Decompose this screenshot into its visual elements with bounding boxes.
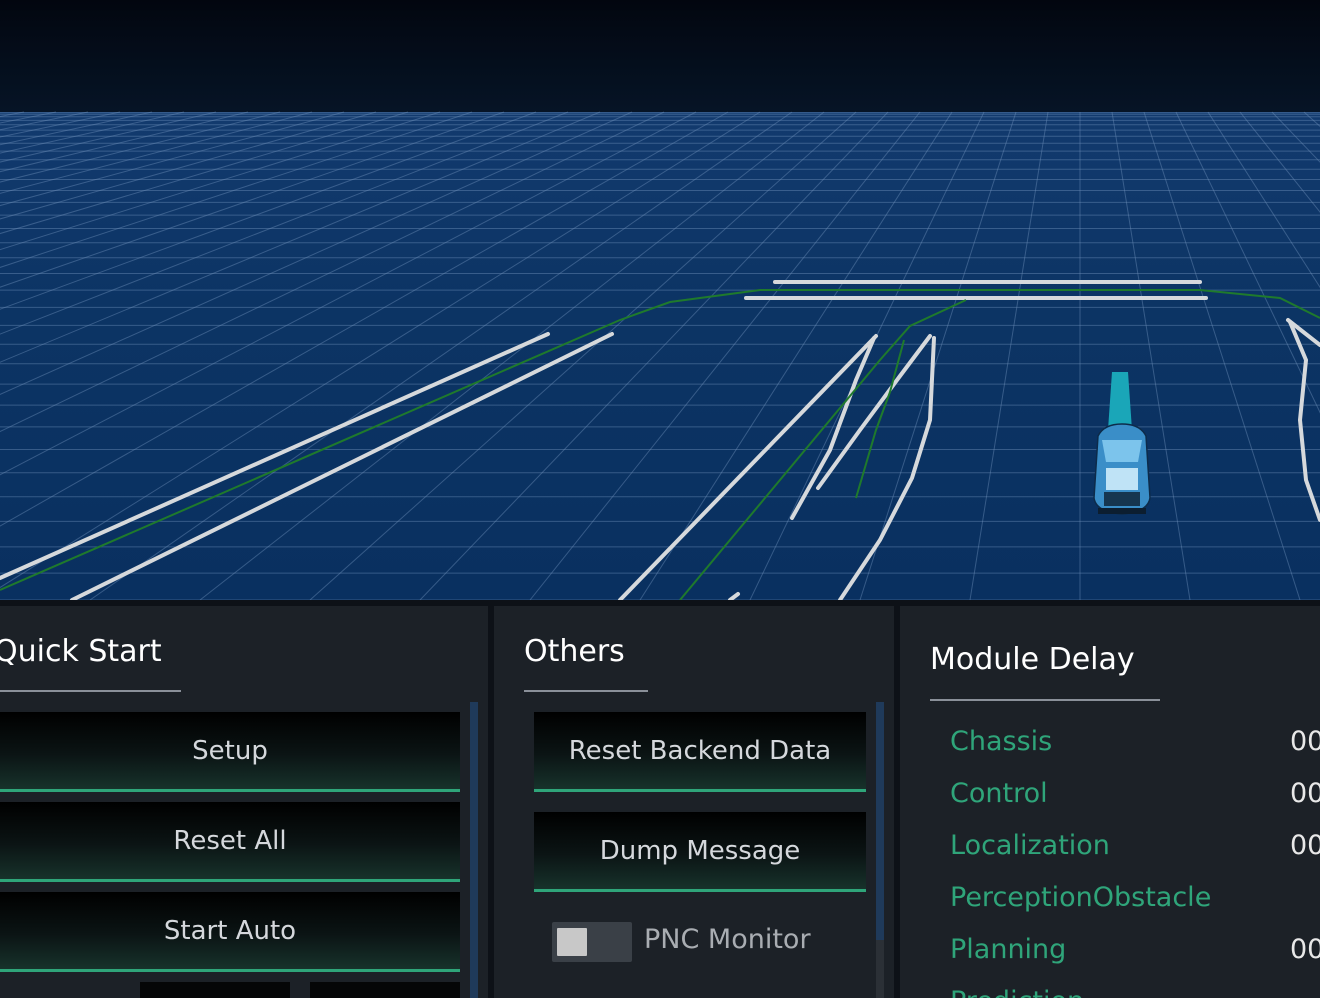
vehicle-rear-window (1104, 492, 1140, 506)
delay-row: Chassis 00 (950, 726, 1320, 766)
module-delay-value: 00 (1290, 726, 1320, 757)
vehicle-windshield (1102, 440, 1142, 462)
sky (0, 0, 1320, 112)
reset-all-button[interactable]: Reset All (0, 802, 460, 882)
partial-button[interactable] (310, 982, 460, 998)
module-delay-panel: Module Delay Chassis 00 Control 00 Local… (900, 606, 1320, 998)
quick-start-scrollbar[interactable] (470, 702, 478, 998)
scene-view[interactable] (0, 0, 1320, 600)
pnc-monitor-label: PNC Monitor (644, 924, 811, 955)
module-name: Localization (950, 830, 1110, 861)
module-delay-value: 00 (1290, 778, 1320, 809)
module-delay-title: Module Delay (930, 642, 1135, 677)
others-title: Others (524, 634, 625, 669)
ego-vehicle[interactable] (1093, 423, 1151, 515)
scene-canvas (0, 0, 1320, 600)
toggle-knob (557, 928, 587, 956)
start-auto-button[interactable]: Start Auto (0, 892, 460, 972)
vehicle-bumper (1098, 508, 1146, 514)
partial-button[interactable] (140, 982, 290, 998)
module-name: Chassis (950, 726, 1053, 757)
module-name: Control (950, 778, 1048, 809)
dump-message-button[interactable]: Dump Message (534, 812, 866, 892)
pnc-monitor-toggle[interactable] (552, 922, 632, 962)
delay-row: Prediction (950, 986, 1320, 998)
module-name: Planning (950, 934, 1067, 965)
quick-start-title: Quick Start (0, 634, 162, 669)
others-panel: Others Reset Backend Data Dump Message P… (494, 606, 894, 998)
module-delay-value: 00 (1290, 934, 1320, 965)
ground-plane (0, 112, 1320, 600)
module-name: PerceptionObstacle (950, 882, 1212, 913)
module-delay-title-underline (930, 699, 1160, 701)
vehicle-roof (1106, 468, 1138, 490)
delay-row: Control 00 (950, 778, 1320, 818)
others-title-underline (524, 690, 648, 692)
others-scrollbar[interactable] (876, 702, 884, 940)
module-name: Prediction (950, 986, 1084, 998)
delay-row: PerceptionObstacle (950, 882, 1320, 922)
quick-start-title-underline (0, 690, 181, 692)
setup-button[interactable]: Setup (0, 712, 460, 792)
delay-row: Planning 00 (950, 934, 1320, 974)
planning-trajectory (1108, 372, 1132, 430)
quick-start-panel: Quick Start Setup Reset All Start Auto (0, 606, 488, 998)
others-scroll-track[interactable] (876, 940, 884, 998)
module-delay-value: 00 (1290, 830, 1320, 861)
reset-backend-data-button[interactable]: Reset Backend Data (534, 712, 866, 792)
delay-row: Localization 00 (950, 830, 1320, 870)
